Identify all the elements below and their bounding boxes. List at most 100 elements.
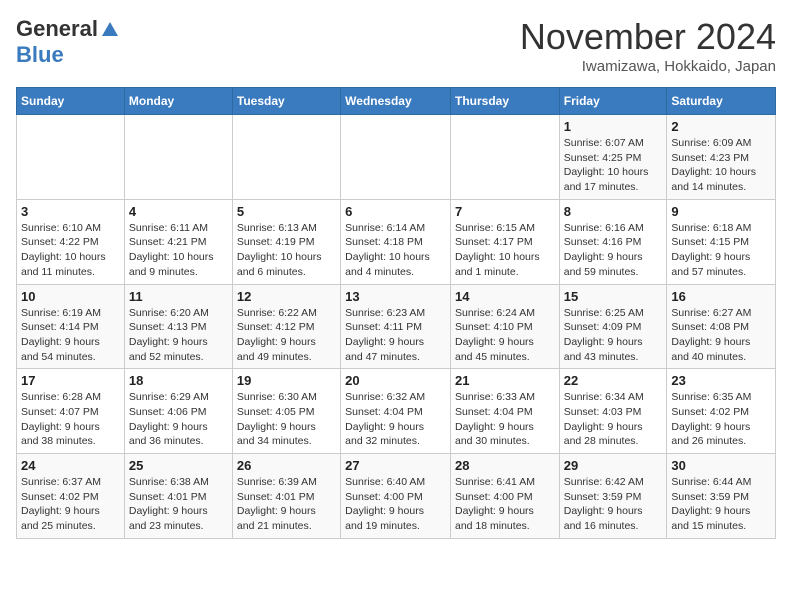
calendar-day-cell: 22Sunrise: 6:34 AM Sunset: 4:03 PM Dayli… bbox=[559, 369, 667, 454]
location-subtitle: Iwamizawa, Hokkaido, Japan bbox=[520, 58, 776, 75]
day-info: Sunrise: 6:15 AM Sunset: 4:17 PM Dayligh… bbox=[455, 221, 555, 280]
day-info: Sunrise: 6:27 AM Sunset: 4:08 PM Dayligh… bbox=[671, 306, 771, 365]
day-number: 8 bbox=[564, 204, 663, 219]
calendar-day-cell: 18 Sunrise: 6:29 AM Sunset: 4:06 PM Dayli… bbox=[124, 369, 232, 454]
day-info: Sunrise: 6:44 AM Sunset: 3:59 PM Dayligh… bbox=[671, 475, 771, 534]
calendar-day-cell: 11 Sunrise: 6:20 AM Sunset: 4:13 PM Dayli… bbox=[124, 284, 232, 369]
day-info: Sunrise: 6:19 AM Sunset: 4:14 PM Dayligh… bbox=[21, 306, 120, 365]
calendar-week-row: 24 Sunrise: 6:37 AM Sunset: 4:02 PM Dayli… bbox=[17, 454, 776, 539]
day-number: 6 bbox=[345, 204, 446, 219]
day-number: 9 bbox=[671, 204, 771, 219]
day-info: Sunrise: 6:34 AM Sunset: 4:03 PM Dayligh… bbox=[564, 390, 663, 449]
calendar-day-cell: 6 Sunrise: 6:14 AM Sunset: 4:18 PM Daylig… bbox=[341, 199, 451, 284]
day-info: Sunrise: 6:28 AM Sunset: 4:07 PM Dayligh… bbox=[21, 390, 120, 449]
day-info: Sunrise: 6:42 AM Sunset: 3:59 PM Dayligh… bbox=[564, 475, 663, 534]
calendar-day-cell: 23 Sunrise: 6:35 AM Sunset: 4:02 PM Dayli… bbox=[667, 369, 776, 454]
calendar-day-cell: 21Sunrise: 6:33 AM Sunset: 4:04 PM Dayli… bbox=[450, 369, 559, 454]
day-info: Sunrise: 6:37 AM Sunset: 4:02 PM Dayligh… bbox=[21, 475, 120, 534]
calendar-day-cell bbox=[232, 115, 340, 200]
day-number: 1 bbox=[564, 119, 663, 134]
day-number: 13 bbox=[345, 289, 446, 304]
day-number: 21 bbox=[455, 373, 555, 388]
day-info: Sunrise: 6:30 AM Sunset: 4:05 PM Dayligh… bbox=[237, 390, 336, 449]
day-info: Sunrise: 6:23 AM Sunset: 4:11 PM Dayligh… bbox=[345, 306, 446, 365]
calendar-day-cell: 26 Sunrise: 6:39 AM Sunset: 4:01 PM Dayli… bbox=[232, 454, 340, 539]
calendar-day-cell: 5Sunrise: 6:13 AM Sunset: 4:19 PM Daylig… bbox=[232, 199, 340, 284]
calendar-day-cell: 25Sunrise: 6:38 AM Sunset: 4:01 PM Dayli… bbox=[124, 454, 232, 539]
day-info: Sunrise: 6:07 AM Sunset: 4:25 PM Dayligh… bbox=[564, 136, 663, 195]
day-number: 2 bbox=[671, 119, 771, 134]
day-info: Sunrise: 6:13 AM Sunset: 4:19 PM Dayligh… bbox=[237, 221, 336, 280]
day-info: Sunrise: 6:25 AM Sunset: 4:09 PM Dayligh… bbox=[564, 306, 663, 365]
month-title: November 2024 bbox=[520, 16, 776, 58]
day-info: Sunrise: 6:40 AM Sunset: 4:00 PM Dayligh… bbox=[345, 475, 446, 534]
day-number: 12 bbox=[237, 289, 336, 304]
day-info: Sunrise: 6:09 AM Sunset: 4:23 PM Dayligh… bbox=[671, 136, 771, 195]
calendar-day-cell: 17 Sunrise: 6:28 AM Sunset: 4:07 PM Dayli… bbox=[17, 369, 125, 454]
day-info: Sunrise: 6:32 AM Sunset: 4:04 PM Dayligh… bbox=[345, 390, 446, 449]
day-number: 19 bbox=[237, 373, 336, 388]
day-number: 4 bbox=[129, 204, 228, 219]
day-info: Sunrise: 6:20 AM Sunset: 4:13 PM Dayligh… bbox=[129, 306, 228, 365]
calendar-day-cell: 13 Sunrise: 6:23 AM Sunset: 4:11 PM Dayli… bbox=[341, 284, 451, 369]
day-number: 16 bbox=[671, 289, 771, 304]
day-number: 20 bbox=[345, 373, 446, 388]
calendar-day-cell: 3 Sunrise: 6:10 AM Sunset: 4:22 PM Daylig… bbox=[17, 199, 125, 284]
day-number: 26 bbox=[237, 458, 336, 473]
calendar-week-row: 3 Sunrise: 6:10 AM Sunset: 4:22 PM Daylig… bbox=[17, 199, 776, 284]
weekday-header-cell: Thursday bbox=[450, 88, 559, 115]
calendar-day-cell bbox=[341, 115, 451, 200]
day-info: Sunrise: 6:18 AM Sunset: 4:15 PM Dayligh… bbox=[671, 221, 771, 280]
calendar-day-cell: 29 Sunrise: 6:42 AM Sunset: 3:59 PM Dayli… bbox=[559, 454, 667, 539]
weekday-header-cell: Tuesday bbox=[232, 88, 340, 115]
calendar-day-cell: 10 Sunrise: 6:19 AM Sunset: 4:14 PM Dayli… bbox=[17, 284, 125, 369]
day-info: Sunrise: 6:39 AM Sunset: 4:01 PM Dayligh… bbox=[237, 475, 336, 534]
day-number: 10 bbox=[21, 289, 120, 304]
day-info: Sunrise: 6:14 AM Sunset: 4:18 PM Dayligh… bbox=[345, 221, 446, 280]
day-info: Sunrise: 6:38 AM Sunset: 4:01 PM Dayligh… bbox=[129, 475, 228, 534]
logo-blue-text: Blue bbox=[16, 42, 64, 68]
weekday-header-cell: Wednesday bbox=[341, 88, 451, 115]
day-info: Sunrise: 6:11 AM Sunset: 4:21 PM Dayligh… bbox=[129, 221, 228, 280]
day-info: Sunrise: 6:35 AM Sunset: 4:02 PM Dayligh… bbox=[671, 390, 771, 449]
day-number: 24 bbox=[21, 458, 120, 473]
calendar-day-cell bbox=[124, 115, 232, 200]
day-number: 17 bbox=[21, 373, 120, 388]
calendar-body: 1 Sunrise: 6:07 AM Sunset: 4:25 PM Daylig… bbox=[17, 115, 776, 539]
day-number: 30 bbox=[671, 458, 771, 473]
calendar-week-row: 1 Sunrise: 6:07 AM Sunset: 4:25 PM Daylig… bbox=[17, 115, 776, 200]
day-info: Sunrise: 6:29 AM Sunset: 4:06 PM Dayligh… bbox=[129, 390, 228, 449]
day-info: Sunrise: 6:10 AM Sunset: 4:22 PM Dayligh… bbox=[21, 221, 120, 280]
day-number: 23 bbox=[671, 373, 771, 388]
day-info: Sunrise: 6:41 AM Sunset: 4:00 PM Dayligh… bbox=[455, 475, 555, 534]
weekday-header-cell: Friday bbox=[559, 88, 667, 115]
calendar-day-cell: 12 Sunrise: 6:22 AM Sunset: 4:12 PM Dayli… bbox=[232, 284, 340, 369]
day-number: 15 bbox=[564, 289, 663, 304]
weekday-header-cell: Monday bbox=[124, 88, 232, 115]
day-number: 28 bbox=[455, 458, 555, 473]
calendar-day-cell: 28 Sunrise: 6:41 AM Sunset: 4:00 PM Dayli… bbox=[450, 454, 559, 539]
day-number: 14 bbox=[455, 289, 555, 304]
day-number: 11 bbox=[129, 289, 228, 304]
calendar-day-cell: 14 Sunrise: 6:24 AM Sunset: 4:10 PM Dayli… bbox=[450, 284, 559, 369]
weekday-header-cell: Saturday bbox=[667, 88, 776, 115]
day-info: Sunrise: 6:22 AM Sunset: 4:12 PM Dayligh… bbox=[237, 306, 336, 365]
calendar-day-cell bbox=[450, 115, 559, 200]
calendar-day-cell: 16 Sunrise: 6:27 AM Sunset: 4:08 PM Dayli… bbox=[667, 284, 776, 369]
calendar-day-cell bbox=[17, 115, 125, 200]
logo-general: General bbox=[16, 16, 98, 42]
day-number: 29 bbox=[564, 458, 663, 473]
calendar-day-cell: 15 Sunrise: 6:25 AM Sunset: 4:09 PM Dayli… bbox=[559, 284, 667, 369]
day-number: 7 bbox=[455, 204, 555, 219]
page-header: General Blue November 2024 Iwamizawa, Ho… bbox=[16, 16, 776, 75]
day-number: 3 bbox=[21, 204, 120, 219]
calendar-week-row: 17 Sunrise: 6:28 AM Sunset: 4:07 PM Dayli… bbox=[17, 369, 776, 454]
calendar-day-cell: 30 Sunrise: 6:44 AM Sunset: 3:59 PM Dayli… bbox=[667, 454, 776, 539]
calendar-day-cell: 1 Sunrise: 6:07 AM Sunset: 4:25 PM Daylig… bbox=[559, 115, 667, 200]
calendar-day-cell: 20 Sunrise: 6:32 AM Sunset: 4:04 PM Dayli… bbox=[341, 369, 451, 454]
day-info: Sunrise: 6:24 AM Sunset: 4:10 PM Dayligh… bbox=[455, 306, 555, 365]
calendar-table: SundayMondayTuesdayWednesdayThursdayFrid… bbox=[16, 87, 776, 539]
day-number: 18 bbox=[129, 373, 228, 388]
logo: General Blue bbox=[16, 16, 120, 68]
title-block: November 2024 Iwamizawa, Hokkaido, Japan bbox=[520, 16, 776, 75]
